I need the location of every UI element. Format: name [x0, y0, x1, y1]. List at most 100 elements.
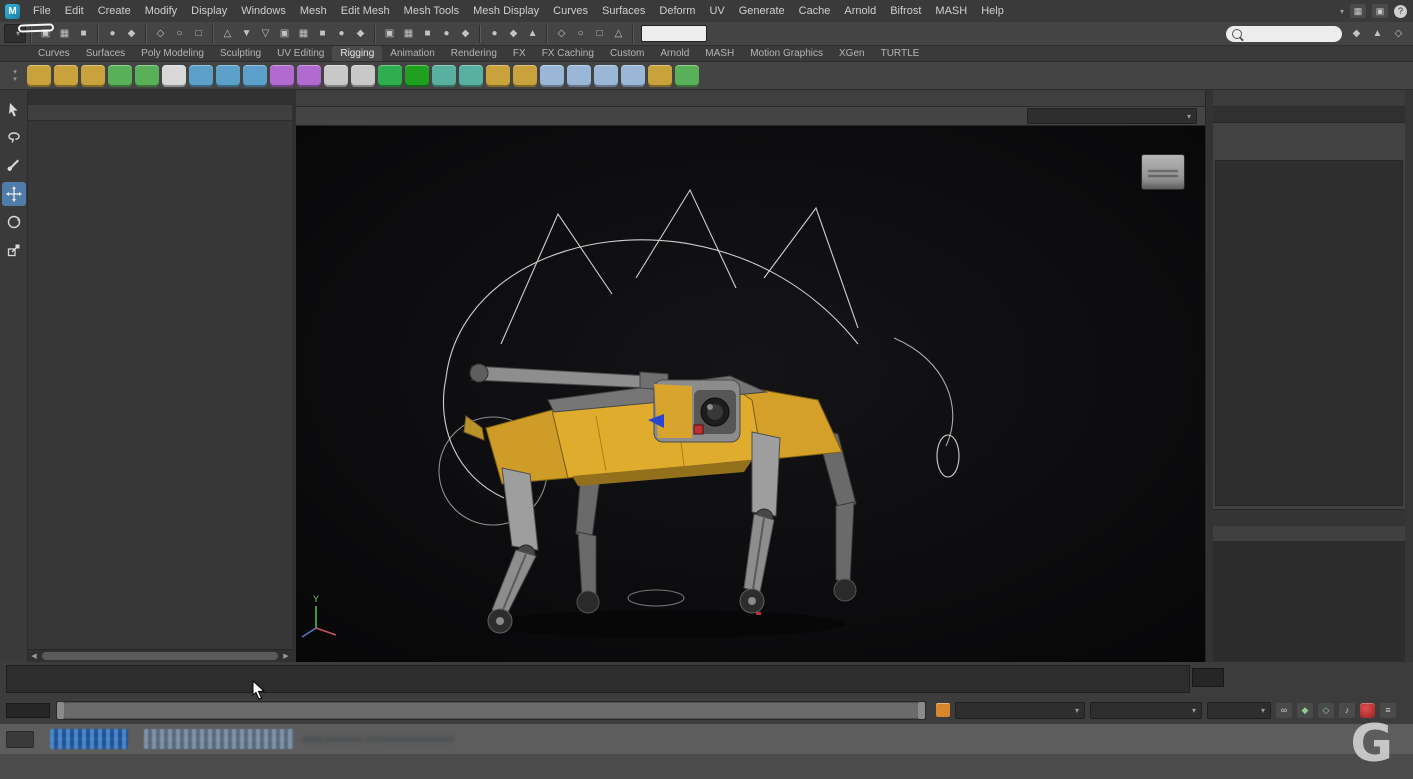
shelf-icon-constraint-aim[interactable]: [621, 65, 645, 87]
set-breakdown-icon[interactable]: ◇: [1318, 703, 1334, 718]
shelf-icon-constraint-parent[interactable]: [540, 65, 564, 87]
search-field[interactable]: [1226, 26, 1342, 42]
mask-curves-icon[interactable]: ▼: [237, 25, 256, 42]
character-selector-dropdown[interactable]: ▾: [1027, 108, 1197, 124]
current-frame-field[interactable]: [1192, 668, 1224, 687]
shelf-icon-lattice[interactable]: [351, 65, 375, 87]
construction-history-icon[interactable]: ◆: [504, 25, 523, 42]
search-input[interactable]: [1246, 27, 1322, 40]
shelf-icon-wrap-deformer[interactable]: [378, 65, 402, 87]
shelf-icon-create-joint[interactable]: [27, 65, 51, 87]
paint-select-tool[interactable]: [2, 154, 26, 178]
shelf-icon-pose-editor[interactable]: [297, 65, 321, 87]
loop-playback-icon[interactable]: ∞: [1276, 703, 1292, 718]
bookmark-icon[interactable]: [936, 703, 950, 717]
shelf-tab-rigging[interactable]: Rigging: [332, 46, 382, 61]
shelf-tab-surfaces[interactable]: Surfaces: [78, 46, 133, 61]
shelf-icon-ik-handle[interactable]: [54, 65, 78, 87]
shelf-tab-poly-modeling[interactable]: Poly Modeling: [133, 46, 212, 61]
outliner-tree[interactable]: [28, 121, 292, 649]
numeric-input-field[interactable]: [641, 25, 707, 42]
mask-rendering-icon[interactable]: ◆: [351, 25, 370, 42]
range-slider-track[interactable]: [56, 701, 926, 720]
snap-view-icon[interactable]: ◆: [456, 25, 475, 42]
lasso-tool[interactable]: [2, 126, 26, 150]
command-line-mel-icon[interactable]: [6, 731, 34, 748]
mask-surfaces-icon[interactable]: ▽: [256, 25, 275, 42]
shelf-icon-humanik[interactable]: [135, 65, 159, 87]
rotate-tool[interactable]: [2, 210, 26, 234]
scale-tool[interactable]: [2, 238, 26, 262]
shelf-icon-green-node[interactable]: [405, 65, 429, 87]
menubar-item-create[interactable]: Create: [91, 1, 138, 22]
shelf-icon-quick-rig[interactable]: [108, 65, 132, 87]
make-live-icon[interactable]: ●: [485, 25, 504, 42]
snap-curve-icon[interactable]: ▦: [399, 25, 418, 42]
shelf-icon-controller-tag[interactable]: [675, 65, 699, 87]
shelf-icon-copy-skin-weights[interactable]: [243, 65, 267, 87]
menubar-item-edit-mesh[interactable]: Edit Mesh: [334, 1, 397, 22]
menubar-item-cache[interactable]: Cache: [792, 1, 838, 22]
shelf-tab-curves[interactable]: Curves: [30, 46, 78, 61]
shelf-tab-motion-graphics[interactable]: Motion Graphics: [742, 46, 831, 61]
snap-plane-icon[interactable]: ●: [437, 25, 456, 42]
anim-start-field[interactable]: [6, 703, 50, 718]
help-circle-icon[interactable]: ?: [1394, 5, 1407, 18]
shelf-icon-constraint-orient[interactable]: [594, 65, 618, 87]
menubar-item-file[interactable]: File: [26, 1, 58, 22]
mask-points-icon[interactable]: △: [218, 25, 237, 42]
menubar-item-modify[interactable]: Modify: [138, 1, 184, 22]
menubar-item-mesh-tools[interactable]: Mesh Tools: [397, 1, 466, 22]
character-set-dropdown[interactable]: ▾: [955, 702, 1085, 719]
save-scene-icon[interactable]: ■: [74, 25, 93, 42]
menubar-item-bifrost[interactable]: Bifrost: [883, 1, 928, 22]
shelf-icon-delta-mush[interactable]: [486, 65, 510, 87]
scroll-right-icon[interactable]: ▶: [280, 650, 292, 662]
set-key-icon[interactable]: ◆: [1297, 703, 1313, 718]
move-tool[interactable]: [2, 182, 26, 206]
shelf-icon-tension-deformer[interactable]: [513, 65, 537, 87]
shelf-icon-blend-shape[interactable]: [270, 65, 294, 87]
menubar-item-display[interactable]: Display: [184, 1, 234, 22]
shelf-tab-fx[interactable]: FX: [505, 46, 534, 61]
shelf-icon-constraint-point[interactable]: [567, 65, 591, 87]
menubar-item-generate[interactable]: Generate: [732, 1, 792, 22]
ipr-render-icon[interactable]: ○: [571, 25, 590, 42]
symmetry-icon[interactable]: ▲: [523, 25, 542, 42]
anim-layer-dropdown[interactable]: ▾: [1090, 702, 1202, 719]
menubar-item-help[interactable]: Help: [974, 1, 1011, 22]
scrollbar-thumb[interactable]: [42, 652, 278, 660]
menubar-item-mash[interactable]: MASH: [928, 1, 974, 22]
outliner-hscrollbar[interactable]: ◀ ▶: [28, 649, 292, 662]
render-frame-icon[interactable]: ◇: [552, 25, 571, 42]
shelf-tab-uv-editing[interactable]: UV Editing: [269, 46, 332, 61]
shelf-tab-animation[interactable]: Animation: [382, 46, 442, 61]
channel-box-object-name[interactable]: [1213, 107, 1405, 123]
menubar-item-mesh[interactable]: Mesh: [293, 1, 334, 22]
playback-range[interactable]: [64, 703, 918, 718]
redo-icon[interactable]: ◆: [122, 25, 141, 42]
select-tool[interactable]: [2, 98, 26, 122]
lock-workspace-icon[interactable]: ▣: [1372, 4, 1388, 18]
viewport-scene[interactable]: Y: [296, 126, 1205, 662]
menubar-item-curves[interactable]: Curves: [546, 1, 595, 22]
open-scene-icon[interactable]: ▦: [55, 25, 74, 42]
menubar-item-edit[interactable]: Edit: [58, 1, 91, 22]
time-slider-ruler[interactable]: [6, 665, 1190, 693]
shelf-icon-shrink-wrap[interactable]: [459, 65, 483, 87]
workspace-grid-icon[interactable]: ▦: [1350, 4, 1366, 18]
shelf-tab-mash[interactable]: MASH: [697, 46, 742, 61]
pause-viewport-icon[interactable]: △: [609, 25, 628, 42]
undo-icon[interactable]: ●: [103, 25, 122, 42]
select-hierarchy-icon[interactable]: ◇: [151, 25, 170, 42]
mask-handles-icon[interactable]: ■: [313, 25, 332, 42]
snap-grid-icon[interactable]: ▣: [380, 25, 399, 42]
scroll-left-icon[interactable]: ◀: [28, 650, 40, 662]
hotbox-controls-icon[interactable]: ▲: [1368, 25, 1387, 42]
shelf-icon-set-driven-key[interactable]: [648, 65, 672, 87]
menubar-item-uv[interactable]: UV: [702, 1, 731, 22]
shelf-tab-rendering[interactable]: Rendering: [443, 46, 505, 61]
shelf-tab-fx-caching[interactable]: FX Caching: [534, 46, 602, 61]
menubar-item-windows[interactable]: Windows: [234, 1, 293, 22]
shelf-tab-sculpting[interactable]: Sculpting: [212, 46, 269, 61]
